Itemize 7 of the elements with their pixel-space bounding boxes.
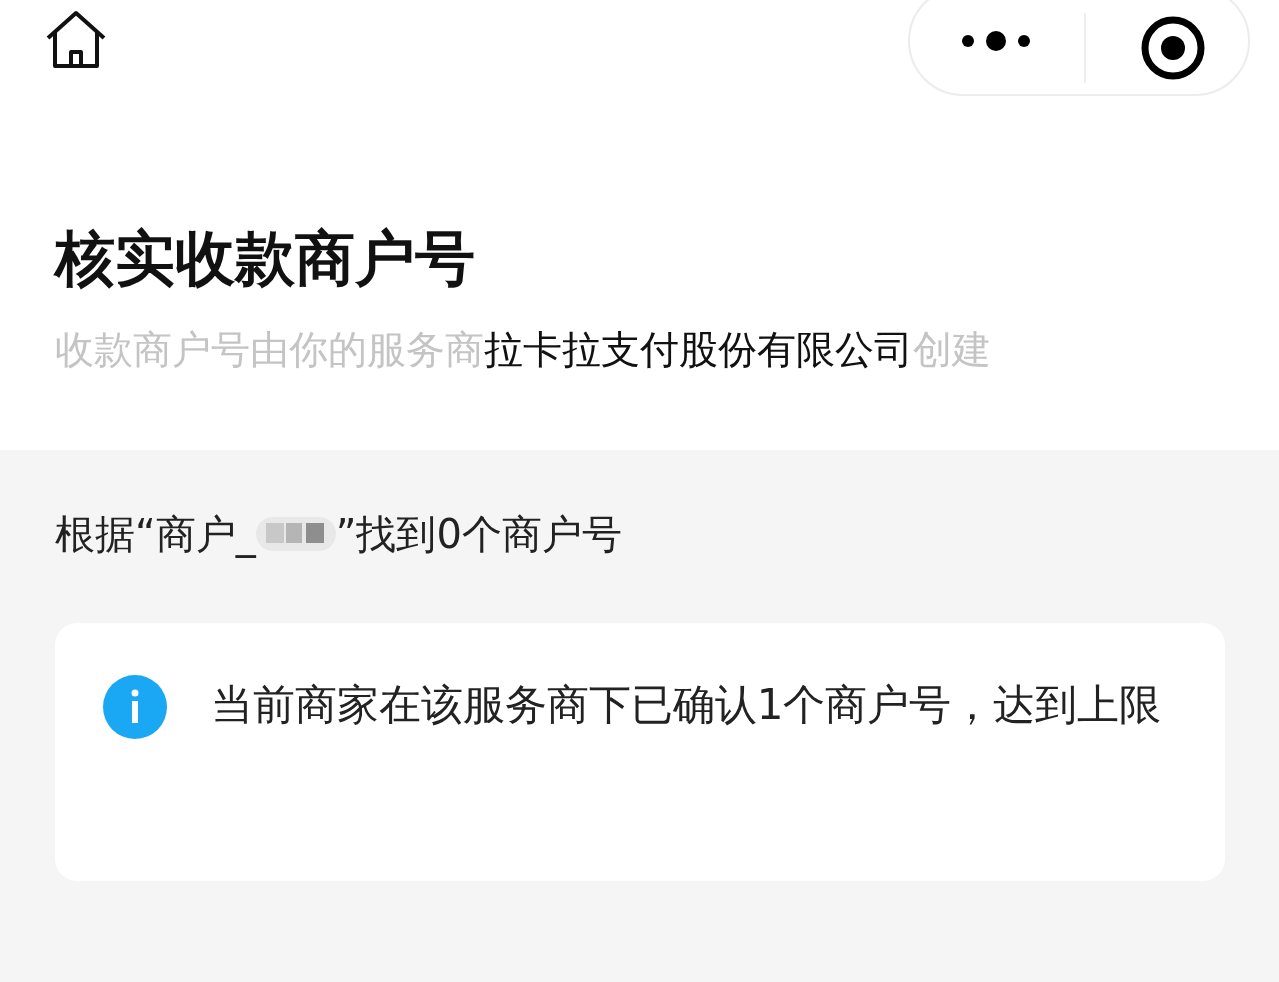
notice-text: 当前商家在该服务商下已确认1个商户号，达到上限 [209,679,1163,731]
page-title: 核实收款商户号 [55,228,475,288]
close-target-icon[interactable] [1140,15,1206,81]
search-result-text: ”找到0个商户号 [335,514,622,554]
info-icon [103,675,167,739]
subtitle: 收款商户号由你的服务商拉卡拉支付股份有限公司创建 [55,330,991,369]
home-icon[interactable] [44,10,108,70]
